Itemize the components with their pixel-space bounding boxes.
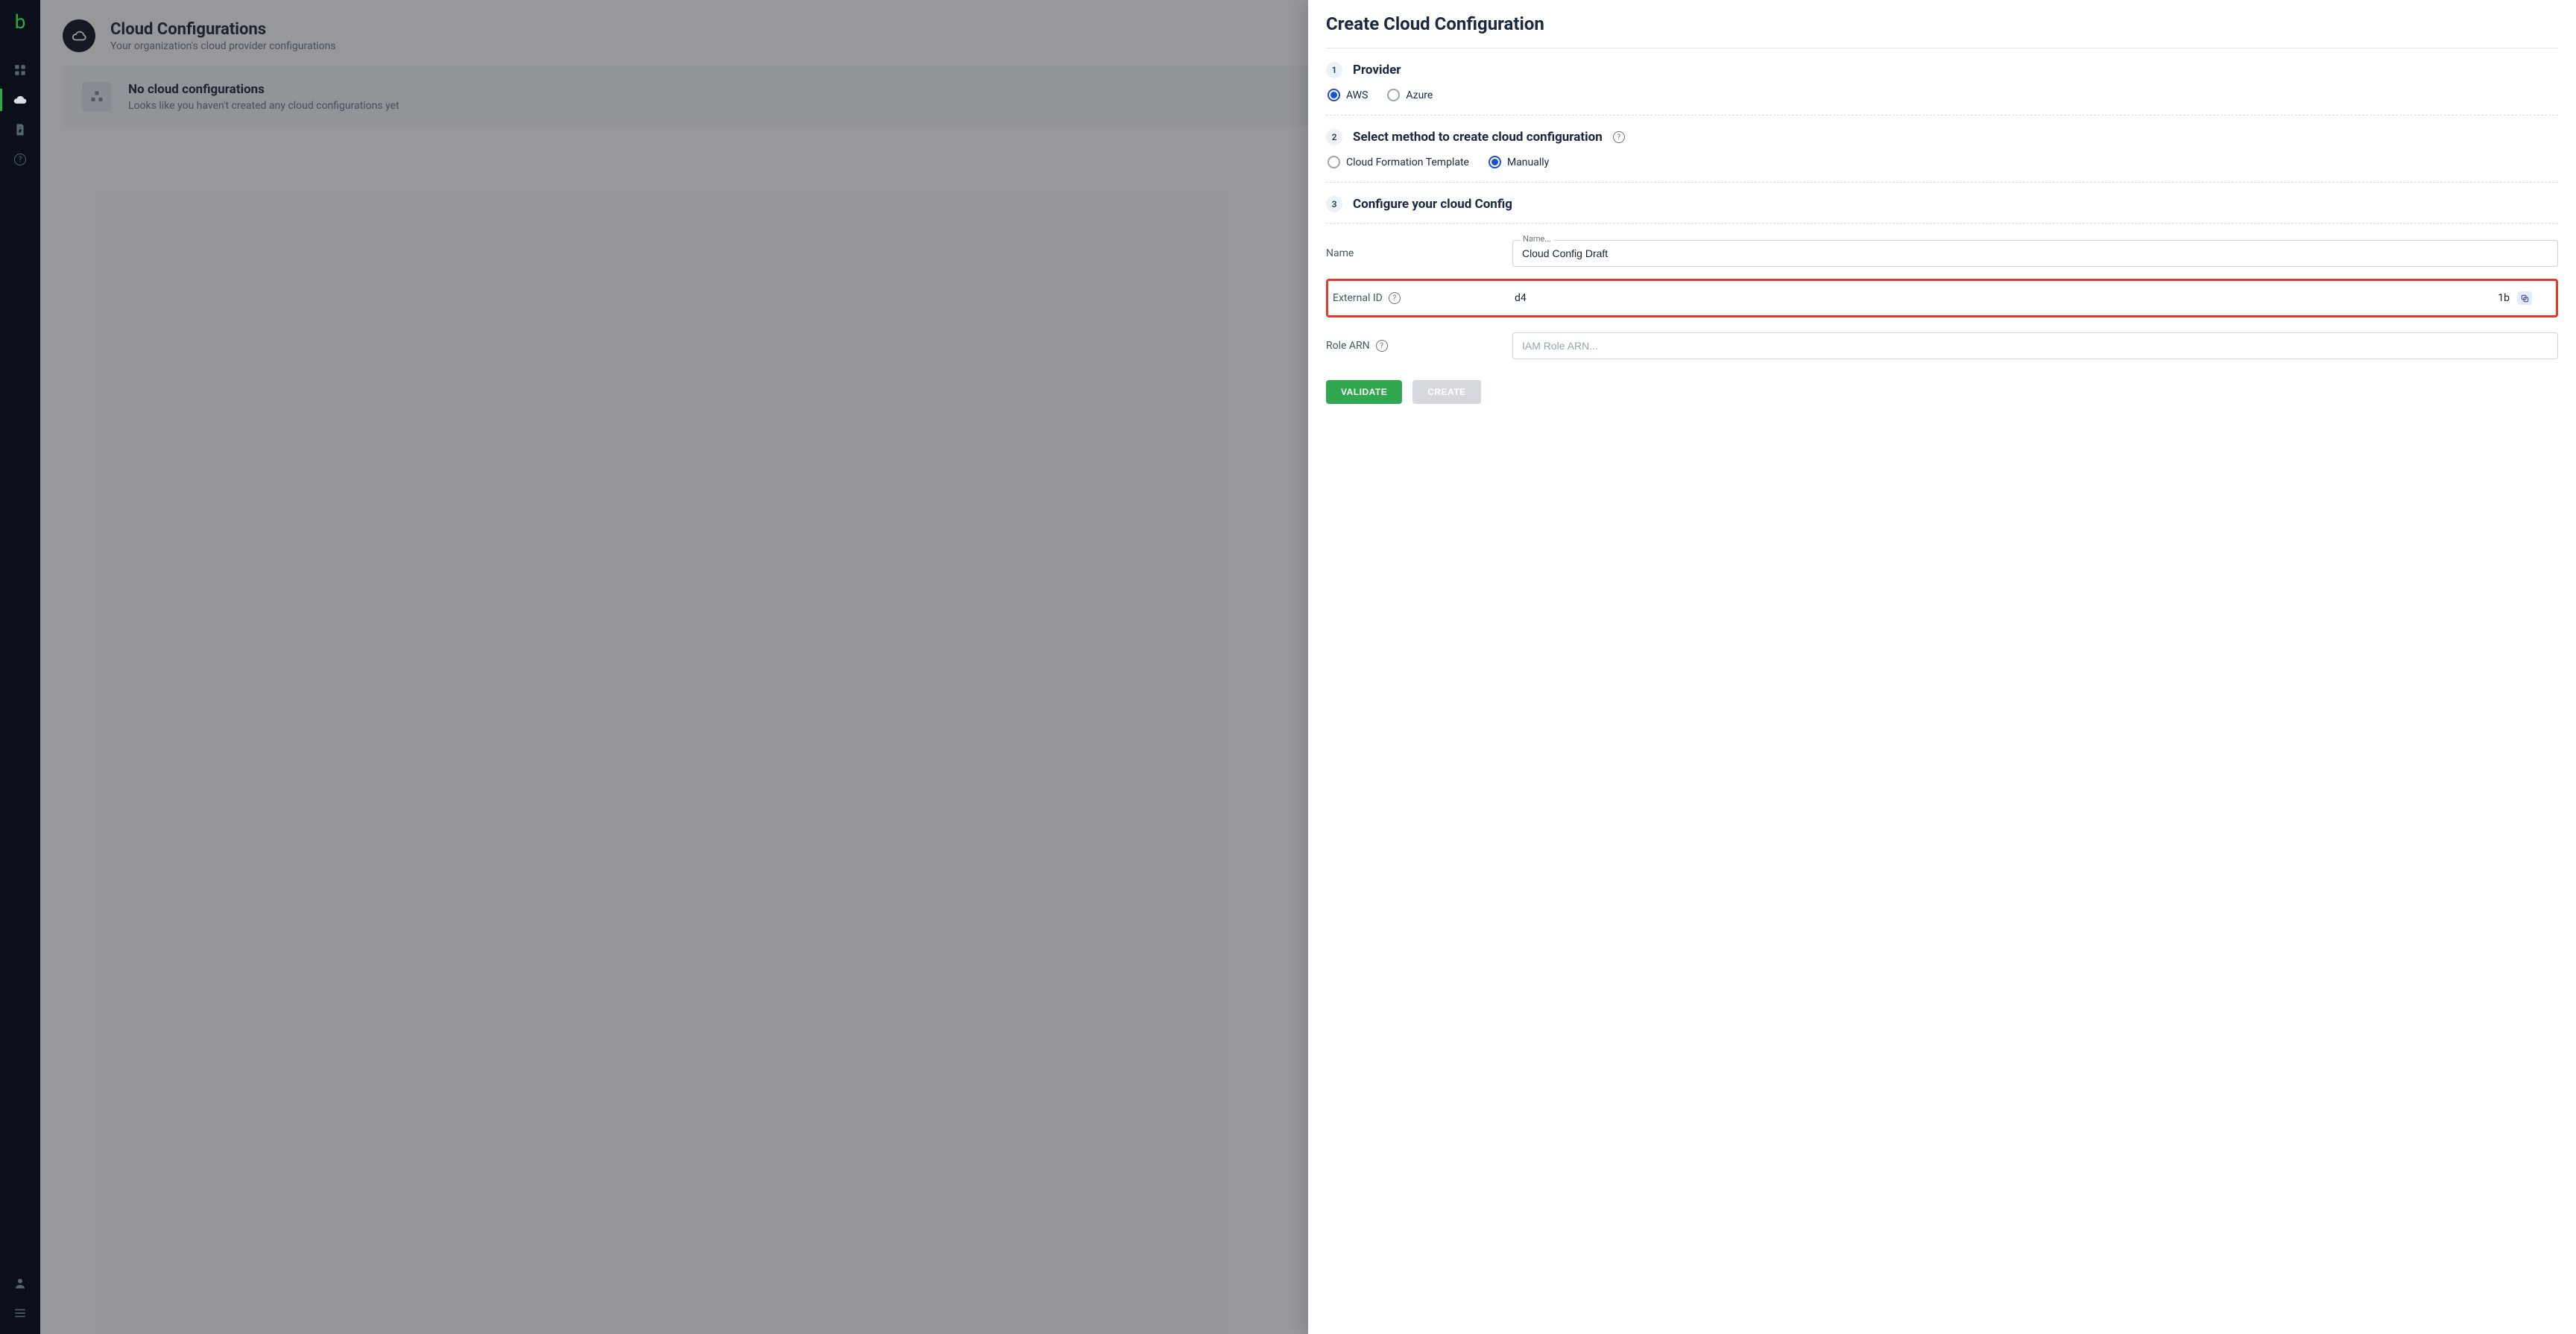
radio-aws[interactable]: AWS bbox=[1328, 89, 1368, 101]
radio-icon bbox=[1489, 156, 1501, 168]
external-id-value: d4 1b bbox=[1515, 291, 2551, 305]
validate-button[interactable]: VALIDATE bbox=[1326, 380, 1402, 404]
method-radio-group: Cloud Formation Template Manually bbox=[1326, 156, 2558, 183]
radio-azure[interactable]: Azure bbox=[1387, 89, 1433, 101]
label-role-arn: Role ARN ? bbox=[1326, 340, 1497, 352]
role-arn-input[interactable] bbox=[1512, 332, 2558, 359]
radio-icon bbox=[1328, 156, 1340, 168]
name-input[interactable] bbox=[1512, 240, 2558, 267]
sidebar: b ? bbox=[0, 0, 40, 1334]
label-name: Name bbox=[1326, 247, 1497, 259]
help-icon[interactable]: ? bbox=[1376, 340, 1388, 352]
role-arn-input-wrap bbox=[1512, 332, 2558, 359]
radio-manual[interactable]: Manually bbox=[1489, 156, 1549, 168]
section-method: 2 Select method to create cloud configur… bbox=[1326, 116, 2558, 156]
step-badge-2: 2 bbox=[1326, 129, 1342, 145]
radio-icon bbox=[1328, 89, 1340, 101]
logo: b bbox=[15, 7, 26, 37]
radio-label: Cloud Formation Template bbox=[1346, 157, 1469, 168]
section-provider: 1 Provider bbox=[1326, 48, 2558, 89]
section-title-method: Select method to create cloud configurat… bbox=[1353, 130, 1603, 145]
sidebar-nav-cloud[interactable] bbox=[0, 85, 40, 115]
row-role-arn: Role ARN ? bbox=[1326, 323, 2558, 368]
extid-prefix: d4 bbox=[1515, 292, 1527, 304]
name-input-wrap: Name... bbox=[1512, 240, 2558, 267]
radio-label: Azure bbox=[1406, 89, 1433, 101]
radio-cft[interactable]: Cloud Formation Template bbox=[1328, 156, 1469, 168]
main: Cloud Configurations Your organization's… bbox=[40, 0, 2576, 1334]
section-title-provider: Provider bbox=[1353, 63, 1401, 78]
sidebar-nav-org[interactable] bbox=[0, 55, 40, 85]
button-row: VALIDATE CREATE bbox=[1326, 380, 2558, 404]
provider-radio-group: AWS Azure bbox=[1326, 89, 2558, 116]
sidebar-nav-user[interactable] bbox=[0, 1268, 40, 1298]
drawer-title: Create Cloud Configuration bbox=[1326, 13, 2558, 34]
sidebar-nav-help[interactable]: ? bbox=[0, 145, 40, 174]
step-badge-3: 3 bbox=[1326, 196, 1342, 212]
section-title-configure: Configure your cloud Config bbox=[1353, 197, 1512, 212]
extid-suffix: 1b bbox=[2498, 292, 2510, 304]
floating-label: Name... bbox=[1520, 234, 1554, 244]
section-configure: 3 Configure your cloud Config bbox=[1326, 183, 2558, 223]
radio-label: Manually bbox=[1507, 157, 1549, 168]
step-badge-1: 1 bbox=[1326, 62, 1342, 78]
row-external-id-highlighted: External ID ? d4 1b bbox=[1326, 279, 2558, 317]
help-icon[interactable]: ? bbox=[1613, 131, 1625, 143]
help-icon[interactable]: ? bbox=[1389, 292, 1401, 304]
row-name: Name Name... bbox=[1326, 231, 2558, 276]
radio-icon bbox=[1387, 89, 1400, 101]
create-button: CREATE bbox=[1412, 380, 1480, 404]
sidebar-nav-menu[interactable] bbox=[0, 1298, 40, 1328]
radio-label: AWS bbox=[1346, 89, 1368, 101]
create-cloud-config-drawer: Create Cloud Configuration 1 Provider AW… bbox=[1308, 0, 2576, 1334]
sidebar-nav-billing[interactable] bbox=[0, 115, 40, 145]
label-external-id: External ID ? bbox=[1333, 292, 1500, 304]
copy-icon[interactable] bbox=[2517, 291, 2532, 305]
